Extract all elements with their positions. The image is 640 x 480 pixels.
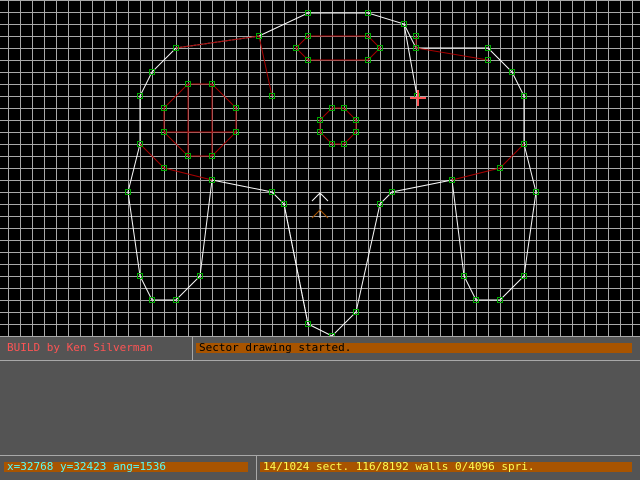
center-button-sector xyxy=(319,107,357,145)
coordinates-readout: x=32768 y=32423 ang=1536 xyxy=(7,460,166,473)
status-message: Sector drawing started. xyxy=(199,341,352,354)
grid xyxy=(0,0,640,336)
panel-divider-top xyxy=(0,360,640,361)
status-panel xyxy=(0,336,640,480)
map-canvas[interactable] xyxy=(0,0,640,336)
crosshair-icon xyxy=(410,90,426,106)
app-title: BUILD by Ken Silverman xyxy=(7,341,153,354)
panel-top-border xyxy=(0,336,640,337)
panel-divider-bottom xyxy=(0,455,640,456)
map-viewport[interactable] xyxy=(0,0,640,336)
panel-separator-top xyxy=(192,336,193,360)
player-arrow-icon xyxy=(311,192,329,219)
map-counts: 14/1024 sect. 116/8192 walls 0/4096 spri… xyxy=(263,460,535,473)
panel-separator-bottom xyxy=(256,455,257,480)
